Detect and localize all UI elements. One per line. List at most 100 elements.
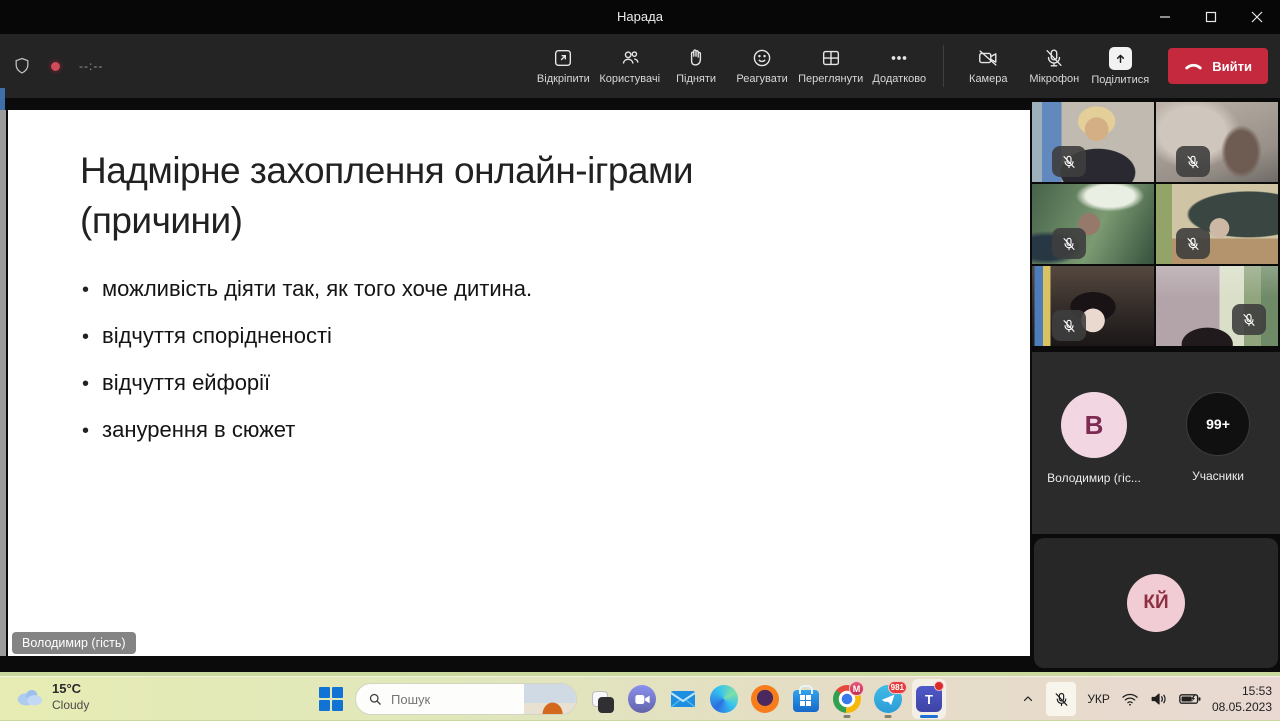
bullet-marker: • <box>82 326 89 349</box>
share-screen-icon <box>1109 47 1132 70</box>
mail-icon <box>670 689 696 709</box>
taskbar-store-app[interactable] <box>789 679 823 719</box>
search-daily-image[interactable] <box>524 683 576 715</box>
video-tile[interactable] <box>1156 102 1278 182</box>
participants-count-label: Учасники <box>1192 469 1244 483</box>
muted-mic-icon <box>1052 310 1086 341</box>
weather-condition: Cloudy <box>52 698 89 712</box>
taskbar-chrome-app[interactable]: M <box>830 679 864 719</box>
microsoft-store-icon <box>793 690 819 712</box>
view-grid-icon <box>820 47 842 69</box>
window-title: Нарада <box>0 0 1280 34</box>
self-avatar: B <box>1061 392 1127 458</box>
tray-chevron-up-icon[interactable] <box>1021 692 1035 706</box>
taskbar-mail-app[interactable] <box>666 679 700 719</box>
participants-button[interactable]: Користувачі <box>599 38 660 94</box>
more-dots-icon <box>888 47 910 69</box>
slide-bullet: •відчуття ейфорії <box>82 370 532 396</box>
share-button[interactable]: Поділитися <box>1090 38 1150 94</box>
guest-avatar: КЙ <box>1127 574 1185 632</box>
more-label: Додатково <box>872 73 926 85</box>
tray-muted-mic[interactable] <box>1046 682 1076 716</box>
view-button[interactable]: Переглянути <box>798 38 863 94</box>
taskbar-weather-widget[interactable]: 15°C Cloudy <box>14 681 89 712</box>
windows-logo-icon <box>319 687 343 711</box>
window-titlebar: Нарада <box>0 0 1280 34</box>
slide-bullet: •можливість діяти так, як того хоче дити… <box>82 276 532 302</box>
bullet-marker: • <box>82 373 89 396</box>
leave-button[interactable]: Вийти <box>1168 48 1268 84</box>
telegram-notification-badge: 981 <box>888 681 907 694</box>
cloud-icon <box>14 686 44 707</box>
mic-off-icon <box>1043 47 1065 69</box>
start-button[interactable] <box>314 679 348 719</box>
participants-label: Користувачі <box>599 73 660 85</box>
slide-bullet-list: •можливість діяти так, як того хоче дити… <box>82 276 532 464</box>
taskbar-teams-app[interactable]: T <box>912 679 946 719</box>
raise-hand-button[interactable]: Підняти <box>666 38 726 94</box>
recording-indicator-icon <box>48 59 63 74</box>
meeting-stage: Надмірне захоплення онлайн-іграми (причи… <box>0 98 1280 672</box>
close-button[interactable] <box>1234 0 1280 34</box>
guest-avatar-tile[interactable]: КЙ <box>1034 538 1278 668</box>
toolbar-divider <box>943 45 944 87</box>
orange-purple-app-icon <box>751 685 779 713</box>
background-window-sliver <box>0 88 5 110</box>
taskbar-chat-app[interactable] <box>625 679 659 719</box>
slide-bullet: •відчуття спорідненості <box>82 323 532 349</box>
bullet-marker: • <box>82 279 89 302</box>
react-button[interactable]: Реагувати <box>732 38 792 94</box>
self-participant[interactable]: B Володимир (гіс... <box>1032 352 1156 534</box>
slide-bullet: •занурення в сюжет <box>82 417 532 443</box>
volume-icon[interactable] <box>1150 691 1168 707</box>
wifi-icon[interactable] <box>1121 692 1139 707</box>
video-tile[interactable] <box>1156 266 1278 346</box>
camera-label: Камера <box>969 73 1007 85</box>
participants-overflow[interactable]: 99+ Учасники <box>1156 352 1280 534</box>
background-window-edge <box>0 110 6 656</box>
video-tile[interactable] <box>1032 266 1154 346</box>
taskbar-security-app[interactable] <box>748 679 782 719</box>
taskbar-telegram-app[interactable]: 981 <box>871 679 905 719</box>
bullet-marker: • <box>82 420 89 443</box>
video-tile[interactable] <box>1032 102 1154 182</box>
mic-label: Мікрофон <box>1029 73 1079 85</box>
task-view-button[interactable] <box>584 679 618 719</box>
video-tile[interactable] <box>1032 184 1154 264</box>
more-button[interactable]: Додатково <box>869 38 929 94</box>
gmail-notification-badge: M <box>849 681 864 696</box>
muted-mic-icon <box>1176 146 1210 177</box>
taskbar-edge-app[interactable] <box>707 679 741 719</box>
search-input[interactable] <box>391 692 501 707</box>
shared-presentation-slide: Надмірне захоплення онлайн-іграми (причи… <box>8 110 1030 656</box>
react-label: Реагувати <box>736 73 787 85</box>
meeting-toolbar: --:-- Відкріпити Користувачі Підняти <box>0 34 1280 98</box>
view-label: Переглянути <box>798 73 863 85</box>
share-label: Поділитися <box>1091 74 1149 86</box>
mic-toggle-button[interactable]: Мікрофон <box>1024 38 1084 94</box>
task-view-icon <box>586 682 616 716</box>
taskbar-search[interactable] <box>355 683 577 715</box>
muted-mic-icon <box>1232 304 1266 335</box>
participants-panel: B Володимир (гіс... 99+ Учасники КЙ <box>1032 100 1280 672</box>
presenter-name-badge: Володимир (гість) <box>12 632 136 654</box>
teams-meeting-window: Нарада --:-- Ві <box>0 0 1280 672</box>
self-name-label: Володимир (гіс... <box>1047 471 1141 485</box>
tray-time: 15:53 <box>1212 683 1272 699</box>
unpin-button[interactable]: Відкріпити <box>533 38 593 94</box>
video-tile[interactable] <box>1156 184 1278 264</box>
tray-clock[interactable]: 15:53 08.05.2023 <box>1212 683 1272 715</box>
battery-icon[interactable] <box>1179 692 1201 706</box>
maximize-button[interactable] <box>1188 0 1234 34</box>
weather-temperature: 15°C <box>52 681 89 698</box>
search-icon <box>368 692 383 707</box>
meeting-timer: --:-- <box>79 59 103 73</box>
raise-hand-icon <box>685 47 707 69</box>
raise-hand-label: Підняти <box>676 73 716 85</box>
participants-summary-strip: B Володимир (гіс... 99+ Учасники <box>1032 352 1280 534</box>
minimize-button[interactable] <box>1142 0 1188 34</box>
language-indicator[interactable]: УКР <box>1087 692 1110 706</box>
muted-mic-icon <box>1052 146 1086 177</box>
camera-toggle-button[interactable]: Камера <box>958 38 1018 94</box>
people-icon <box>619 47 641 69</box>
